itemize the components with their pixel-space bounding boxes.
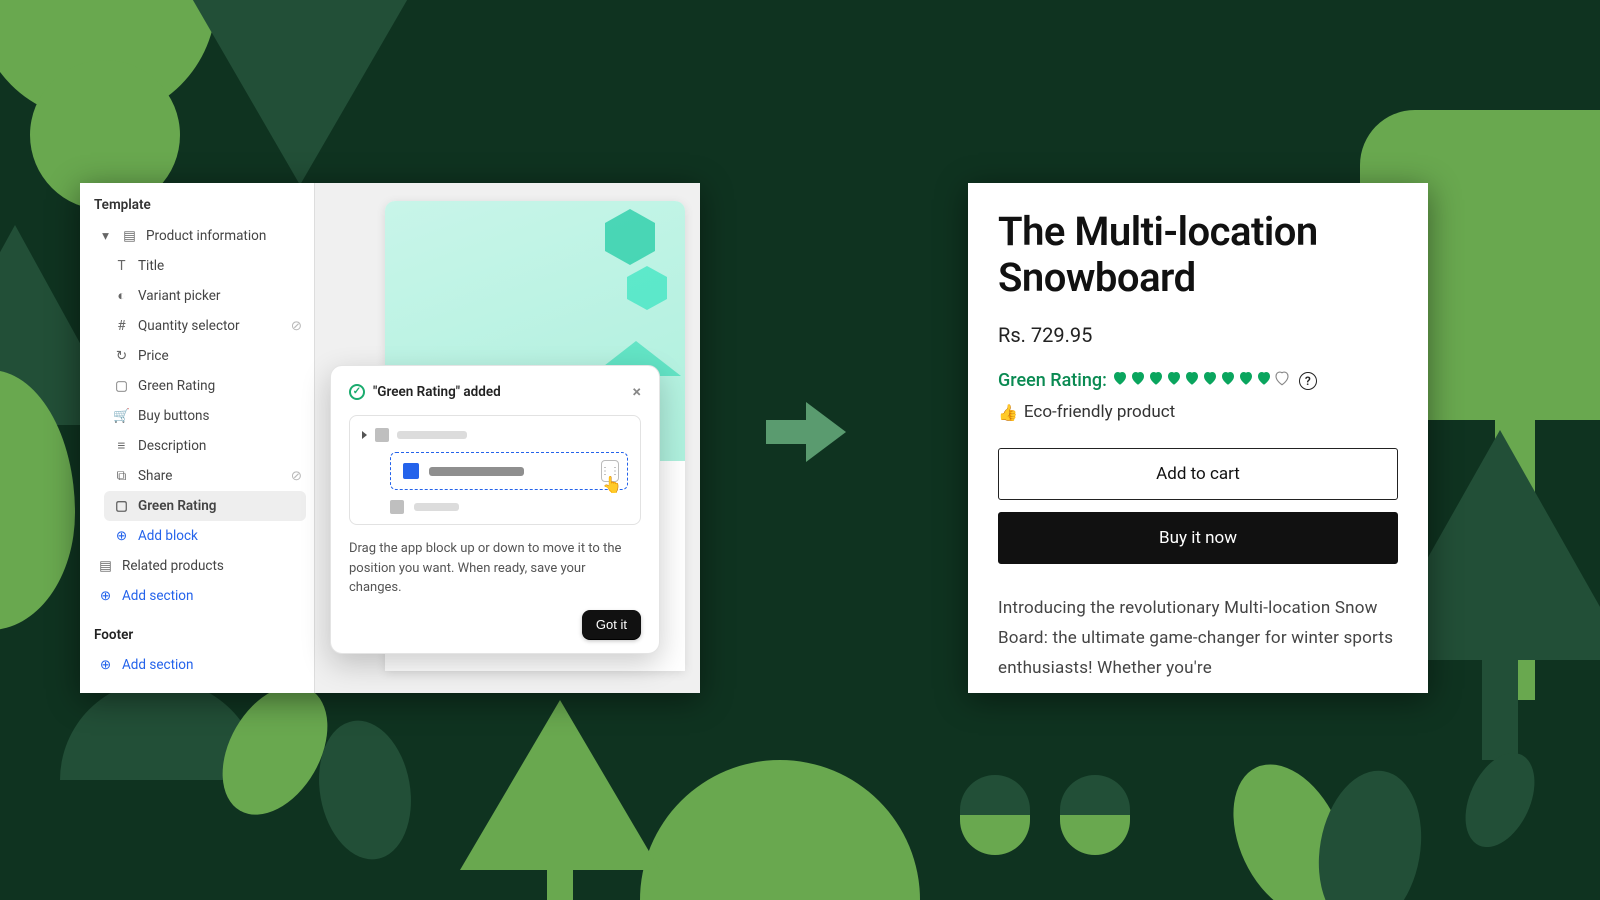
- block-price[interactable]: ↻ Price: [80, 341, 314, 371]
- hash-icon: #: [114, 319, 129, 334]
- green-rating-row: Green Rating: ?: [998, 369, 1398, 392]
- block-label: Quantity selector: [138, 318, 240, 334]
- section-product-information[interactable]: ▾ ▤ Product information: [80, 221, 314, 251]
- variant-icon: ◐: [114, 289, 129, 304]
- block-buy-buttons[interactable]: 🛒 Buy buttons: [80, 401, 314, 431]
- success-check-icon: ✓: [349, 384, 365, 400]
- share-icon: ⧉: [114, 469, 129, 484]
- sidebar-heading-footer: Footer: [80, 611, 314, 650]
- block-quantity-selector[interactable]: # Quantity selector ⊘: [80, 311, 314, 341]
- buy-it-now-button[interactable]: Buy it now: [998, 512, 1398, 564]
- rating-label: Green Rating:: [998, 370, 1107, 391]
- theme-editor-panel: Template ▾ ▤ Product information T Title ◐…: [80, 183, 700, 693]
- add-section-label: Add section: [122, 588, 193, 604]
- block-added-popover: ✓ "Green Rating" added × ⋮⋮ 👆 Drag the a…: [330, 365, 660, 654]
- add-section-button[interactable]: ⊕ Add section: [80, 581, 314, 611]
- block-description[interactable]: ≡ Description: [80, 431, 314, 461]
- add-block-label: Add block: [138, 528, 198, 544]
- block-green-rating-selected[interactable]: ▢ Green Rating: [104, 491, 306, 521]
- block-label: Share: [138, 468, 172, 484]
- heart-filled-icon: [1111, 369, 1129, 387]
- heart-filled-icon: [1237, 369, 1255, 387]
- heart-empty-icon: [1273, 369, 1291, 387]
- block-icon: ▢: [114, 379, 129, 394]
- cursor-pointer-icon: 👆: [602, 475, 622, 494]
- block-label: Description: [138, 438, 206, 454]
- text-icon: T: [114, 259, 129, 274]
- block-label: Price: [138, 348, 169, 364]
- product-price: Rs. 729.95: [998, 323, 1398, 347]
- section-related-products[interactable]: ▤ Related products: [80, 551, 314, 581]
- hidden-eye-icon: ⊘: [291, 318, 302, 334]
- plus-circle-icon: ⊕: [98, 589, 113, 604]
- close-icon[interactable]: ×: [633, 382, 642, 401]
- thumbs-up-icon: 👍: [998, 403, 1018, 422]
- block-label: Green Rating: [138, 498, 216, 514]
- cart-icon: 🛒: [114, 409, 129, 424]
- section-label: Product information: [146, 228, 266, 244]
- heart-filled-icon: [1165, 369, 1183, 387]
- product-page-preview: The Multi-location Snowboard Rs. 729.95 …: [968, 183, 1428, 693]
- lines-icon: ≡: [114, 439, 129, 454]
- popover-illustration: ⋮⋮ 👆: [349, 415, 641, 525]
- popover-title: "Green Rating" added: [373, 384, 501, 400]
- product-title: The Multi-location Snowboard: [998, 209, 1398, 301]
- editor-sidebar: Template ▾ ▤ Product information T Title ◐…: [80, 183, 315, 693]
- plus-circle-icon: ⊕: [98, 658, 113, 673]
- block-label: Variant picker: [138, 288, 220, 304]
- heart-filled-icon: [1129, 369, 1147, 387]
- plus-circle-icon: ⊕: [114, 529, 129, 544]
- add-to-cart-button[interactable]: Add to cart: [998, 448, 1398, 500]
- eco-friendly-badge: 👍 Eco-friendly product: [998, 402, 1398, 422]
- section-icon: ▤: [122, 229, 137, 244]
- block-label: Green Rating: [138, 378, 215, 394]
- add-section-footer-button[interactable]: ⊕ Add section: [80, 650, 314, 680]
- heart-filled-icon: [1201, 369, 1219, 387]
- block-variant-picker[interactable]: ◐ Variant picker: [80, 281, 314, 311]
- block-label: Title: [138, 258, 164, 274]
- arrow-right-icon: [766, 402, 846, 462]
- section-icon: ▤: [98, 559, 113, 574]
- block-icon: ▢: [114, 499, 129, 514]
- block-label: Buy buttons: [138, 408, 209, 424]
- popover-body: Drag the app block up or down to move it…: [349, 539, 641, 598]
- help-icon[interactable]: ?: [1299, 372, 1317, 390]
- heart-filled-icon: [1147, 369, 1165, 387]
- got-it-button[interactable]: Got it: [582, 610, 641, 639]
- price-icon: ↻: [114, 349, 129, 364]
- sidebar-heading-template: Template: [80, 183, 314, 221]
- add-block-button[interactable]: ⊕ Add block: [80, 521, 314, 551]
- product-description: Introducing the revolutionary Multi-loca…: [998, 594, 1398, 683]
- heart-filled-icon: [1255, 369, 1273, 387]
- section-label: Related products: [122, 558, 224, 574]
- eco-label: Eco-friendly product: [1024, 402, 1175, 422]
- chevron-down-icon: ▾: [98, 229, 113, 244]
- block-share[interactable]: ⧉ Share ⊘: [80, 461, 314, 491]
- hidden-eye-icon: ⊘: [291, 468, 302, 484]
- block-green-rating[interactable]: ▢ Green Rating: [80, 371, 314, 401]
- block-title[interactable]: T Title: [80, 251, 314, 281]
- heart-filled-icon: [1183, 369, 1201, 387]
- heart-filled-icon: [1219, 369, 1237, 387]
- add-section-label: Add section: [122, 657, 193, 673]
